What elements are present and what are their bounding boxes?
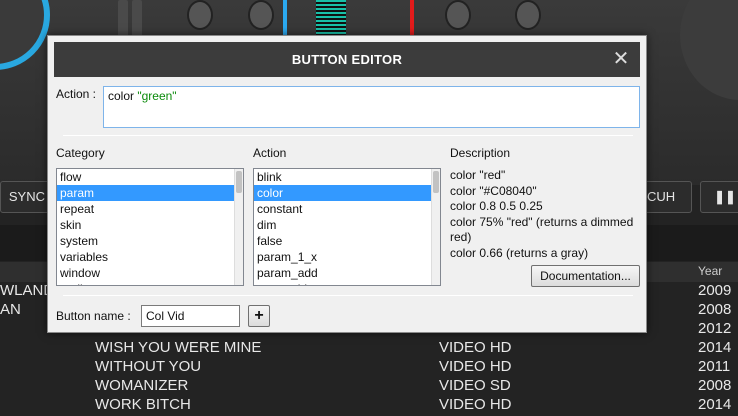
action-scrollbar[interactable] (431, 169, 440, 285)
action-list[interactable]: blink color constant dim false param_1_x… (253, 168, 441, 286)
list-item[interactable]: flow (57, 169, 243, 185)
category-scrollbar[interactable] (234, 169, 243, 285)
eq-knob[interactable] (248, 0, 274, 30)
list-item[interactable]: param (57, 185, 243, 201)
category-list[interactable]: flow param repeat skin system variables … (56, 168, 244, 286)
description-header: Description (450, 146, 511, 160)
table-row[interactable]: WOMANIZER VIDEO SD 2008 (0, 377, 738, 396)
list-item[interactable]: constant (254, 201, 440, 217)
right-fader-line (410, 0, 414, 38)
list-item[interactable]: dim (254, 217, 440, 233)
list-item[interactable]: param_add (254, 265, 440, 281)
button-name-input[interactable] (141, 305, 240, 327)
list-item[interactable]: color (254, 185, 440, 201)
list-item[interactable]: false (254, 233, 440, 249)
eq-knob[interactable] (187, 0, 213, 30)
left-fader-line (283, 0, 287, 38)
list-item[interactable]: window (57, 265, 243, 281)
dialog-titlebar[interactable]: BUTTON EDITOR ✕ (54, 42, 640, 77)
add-button[interactable]: + (248, 305, 270, 327)
list-item[interactable]: repeat (57, 201, 243, 217)
list-item[interactable]: system (57, 233, 243, 249)
sync-button[interactable]: SYNC (0, 181, 52, 213)
action-label: Action : (56, 87, 97, 101)
action-script-input[interactable]: color "green" (103, 86, 640, 128)
pitch-slider[interactable] (118, 0, 128, 40)
button-editor-dialog: BUTTON EDITOR ✕ Action : color "green" C… (47, 35, 647, 333)
eq-knob[interactable] (445, 0, 471, 30)
scrollbar-thumb[interactable] (236, 171, 242, 193)
dialog-title: BUTTON EDITOR (291, 52, 403, 67)
eq-knob[interactable] (515, 0, 541, 30)
level-meter (316, 0, 346, 38)
description-text: color "red" color "#C08040" color 0.8 0.… (450, 168, 634, 260)
separator (63, 135, 633, 136)
list-item[interactable]: audio (57, 281, 243, 285)
action-header: Action (253, 146, 287, 160)
scrollbar-thumb[interactable] (433, 171, 439, 193)
list-item[interactable]: param_1_x (254, 249, 440, 265)
table-row[interactable]: WISH YOU WERE MINE VIDEO HD 2014 (0, 339, 738, 358)
year-column-header[interactable]: Year (698, 264, 722, 278)
close-icon[interactable]: ✕ (610, 48, 632, 70)
pitch-slider[interactable] (132, 0, 142, 40)
table-row[interactable]: WORK BITCH VIDEO HD 2014 (0, 396, 738, 415)
documentation-button[interactable]: Documentation... (531, 265, 640, 287)
button-name-label: Button name : (56, 309, 131, 323)
cue-button[interactable]: CUH (640, 181, 692, 213)
list-item[interactable]: blink (254, 169, 440, 185)
separator (63, 295, 633, 296)
list-item[interactable]: skin (57, 217, 243, 233)
category-header: Category (56, 146, 105, 160)
pause-play-icon[interactable]: ❚❚ (700, 181, 738, 213)
table-row[interactable]: WITHOUT YOU VIDEO HD 2011 (0, 358, 738, 377)
list-item[interactable]: param_bigger (254, 281, 440, 285)
list-item[interactable]: variables (57, 249, 243, 265)
